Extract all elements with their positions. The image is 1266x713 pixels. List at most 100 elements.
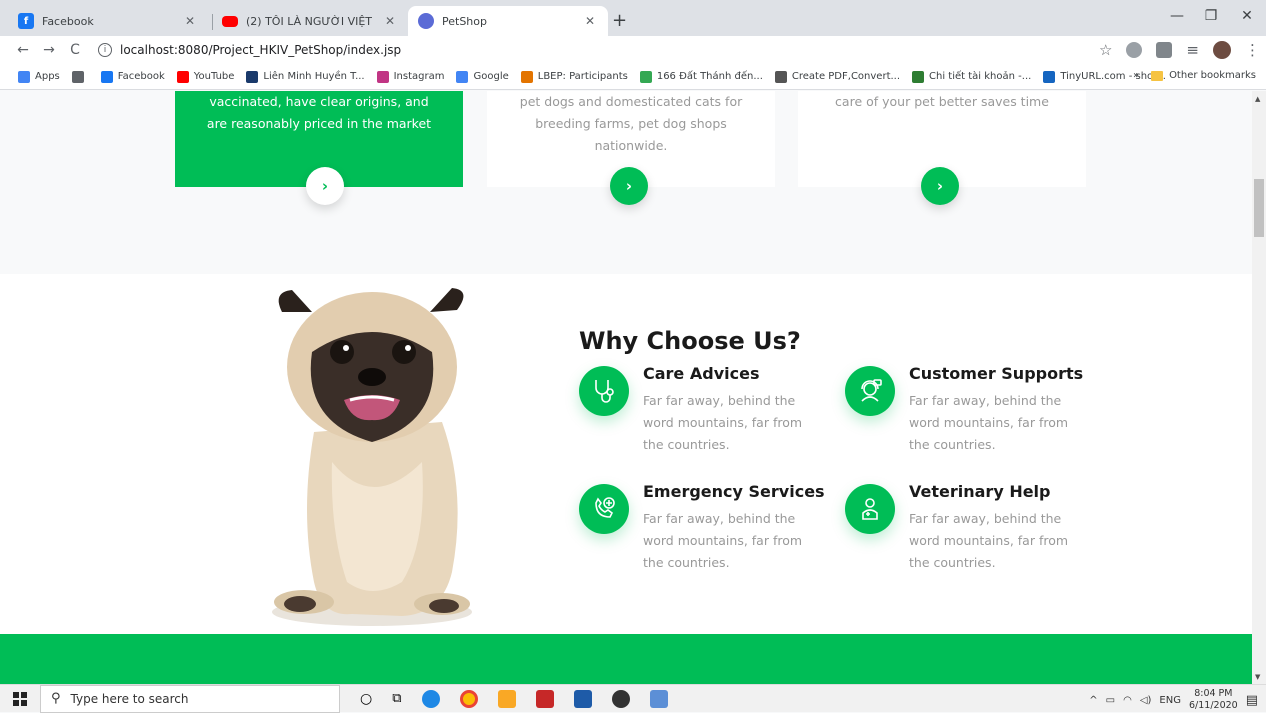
feature-title: Customer Supports bbox=[909, 364, 1084, 383]
cortana-icon[interactable]: ○ bbox=[360, 691, 372, 707]
system-tray: ^ ▭ ◠ ◁) ENG 8:04 PM 6/11/2020 ▤ bbox=[1089, 688, 1258, 712]
browser-toolbar: ← → C i localhost:8080/Project_HKIV_PetS… bbox=[0, 36, 1266, 64]
app-icon[interactable] bbox=[535, 689, 554, 708]
profile-avatar[interactable] bbox=[1213, 41, 1231, 59]
apps-grid-icon bbox=[18, 70, 30, 83]
bookmark-favicon bbox=[774, 70, 787, 83]
language-indicator[interactable]: ENG bbox=[1159, 695, 1181, 706]
bookmark-item[interactable]: YouTube bbox=[176, 70, 234, 83]
chevron-up-icon[interactable]: ^ bbox=[1089, 695, 1097, 706]
edge-icon[interactable] bbox=[421, 689, 440, 708]
bookmark-item[interactable]: Instagram bbox=[376, 70, 445, 83]
folder-icon bbox=[1151, 70, 1164, 81]
bookmark-item[interactable]: 166 Đất Thánh đến... bbox=[639, 70, 763, 83]
back-icon[interactable]: ← bbox=[10, 42, 36, 58]
chevron-right-icon: › bbox=[936, 177, 944, 195]
restore-button[interactable]: ❐ bbox=[1196, 8, 1226, 24]
app-icon[interactable] bbox=[649, 689, 668, 708]
new-tab-button[interactable]: + bbox=[612, 10, 627, 31]
bookmark-item[interactable]: Google bbox=[456, 70, 509, 83]
battery-icon[interactable]: ▭ bbox=[1106, 695, 1115, 706]
bookmark-item[interactable]: Chi tiết tài khoản -... bbox=[912, 70, 1032, 83]
clock[interactable]: 8:04 PM 6/11/2020 bbox=[1189, 688, 1238, 712]
bookmark-favicon bbox=[912, 70, 925, 83]
bookmarks-more-button[interactable]: » bbox=[1133, 70, 1139, 81]
window-close-button[interactable]: ✕ bbox=[1232, 8, 1262, 24]
address-bar[interactable]: i localhost:8080/Project_HKIV_PetShop/in… bbox=[98, 39, 1113, 61]
bookmark-item[interactable] bbox=[71, 70, 89, 83]
feature-description: Far far away, behind the word mountains,… bbox=[909, 393, 1069, 452]
bookmark-item[interactable]: LBEP: Participants bbox=[520, 70, 628, 83]
word-icon[interactable] bbox=[573, 689, 592, 708]
taskbar-search[interactable]: ⚲ Type here to search bbox=[40, 684, 340, 713]
scroll-down-icon[interactable]: ▼ bbox=[1255, 673, 1260, 681]
bookmark-favicon bbox=[376, 70, 389, 83]
page-scrollbar[interactable]: ▲ ▼ bbox=[1252, 91, 1266, 684]
file-explorer-icon[interactable] bbox=[497, 689, 516, 708]
windows-start-button[interactable] bbox=[0, 691, 40, 706]
clock-date: 6/11/2020 bbox=[1188, 700, 1238, 711]
minimize-button[interactable]: — bbox=[1162, 8, 1192, 24]
page-viewport: vaccinated, have clear origins, and are … bbox=[0, 91, 1252, 684]
media-control-icon[interactable]: ≡ bbox=[1186, 41, 1199, 59]
bookmark-star-icon[interactable]: ☆ bbox=[1099, 41, 1112, 59]
youtube-icon bbox=[222, 15, 238, 27]
bookmark-label: Instagram bbox=[393, 71, 445, 82]
tab-youtube[interactable]: (2) TÔI LÀ NGƯỜI VIỆT NAM ĐÂ ✕ bbox=[212, 6, 408, 36]
chrome-icon[interactable] bbox=[459, 689, 478, 708]
feature-title: Emergency Services bbox=[643, 482, 825, 501]
service-text: care of your pet better saves time bbox=[835, 94, 1049, 109]
feature-description: Far far away, behind the word mountains,… bbox=[909, 511, 1069, 570]
bookmark-favicon bbox=[71, 70, 84, 83]
extension-icon[interactable] bbox=[1126, 42, 1143, 58]
github-icon[interactable] bbox=[611, 689, 630, 708]
scroll-thumb[interactable] bbox=[1254, 179, 1264, 237]
services-section: vaccinated, have clear origins, and are … bbox=[0, 91, 1252, 274]
service-text: vaccinated, have clear origins, and are … bbox=[206, 94, 432, 131]
feature-title: Care Advices bbox=[643, 364, 760, 383]
forward-icon[interactable]: → bbox=[36, 42, 62, 58]
search-placeholder: Type here to search bbox=[70, 691, 189, 706]
bookmark-item[interactable]: Apps bbox=[18, 70, 60, 83]
bookmarks-right: » Other bookmarks bbox=[1133, 70, 1256, 81]
reload-icon[interactable]: C bbox=[62, 42, 88, 58]
bookmark-favicon bbox=[639, 70, 652, 83]
feature-emergency-services: Emergency Services Far far away, behind … bbox=[579, 482, 829, 594]
feature-care-advices: Care Advices Far far away, behind the wo… bbox=[579, 364, 829, 476]
bookmark-label: Create PDF,Convert... bbox=[791, 71, 901, 82]
notifications-icon[interactable]: ▤ bbox=[1246, 693, 1258, 708]
other-bookmarks-button[interactable]: Other bookmarks bbox=[1169, 70, 1256, 81]
bookmark-favicon bbox=[456, 70, 469, 83]
tab-petshop[interactable]: PetShop ✕ bbox=[408, 6, 608, 36]
chevron-right-icon: › bbox=[321, 177, 329, 195]
volume-icon[interactable]: ◁) bbox=[1140, 695, 1152, 706]
close-icon[interactable]: ✕ bbox=[382, 14, 398, 28]
emergency-phone-icon bbox=[579, 484, 629, 534]
close-icon[interactable]: ✕ bbox=[182, 14, 198, 28]
veterinarian-icon bbox=[845, 484, 895, 534]
close-icon[interactable]: ✕ bbox=[582, 14, 598, 28]
extension-icon[interactable] bbox=[1156, 42, 1173, 58]
info-icon[interactable]: i bbox=[98, 43, 112, 57]
menu-dots-icon[interactable]: ⋮ bbox=[1245, 41, 1260, 59]
bookmark-item[interactable]: Create PDF,Convert... bbox=[774, 70, 901, 83]
wifi-icon[interactable]: ◠ bbox=[1123, 695, 1132, 706]
url-text: localhost:8080/Project_HKIV_PetShop/inde… bbox=[120, 43, 402, 57]
bookmark-label: Chi tiết tài khoản -... bbox=[929, 71, 1032, 82]
footer-band bbox=[0, 634, 1252, 684]
task-view-icon[interactable]: ⧉ bbox=[392, 691, 401, 706]
bookmark-item[interactable]: Facebook bbox=[100, 70, 165, 83]
feature-title: Veterinary Help bbox=[909, 482, 1051, 501]
card-arrow-button[interactable]: › bbox=[921, 167, 959, 205]
card-arrow-button[interactable]: › bbox=[610, 167, 648, 205]
scroll-up-icon[interactable]: ▲ bbox=[1255, 95, 1260, 103]
bookmark-label: Apps bbox=[35, 71, 60, 82]
card-arrow-button[interactable]: › bbox=[306, 167, 344, 205]
chevron-right-icon: › bbox=[625, 177, 633, 195]
bookmark-item[interactable]: Liên Minh Huyền T... bbox=[246, 70, 365, 83]
bookmarks-bar: Apps Facebook YouTube Liên Minh Huyền T... I… bbox=[0, 64, 1266, 90]
tab-facebook[interactable]: f Facebook ✕ bbox=[8, 6, 208, 36]
feature-customer-supports: Customer Supports Far far away, behind t… bbox=[845, 364, 1095, 476]
stethoscope-icon bbox=[579, 366, 629, 416]
bookmark-label: Google bbox=[473, 71, 509, 82]
